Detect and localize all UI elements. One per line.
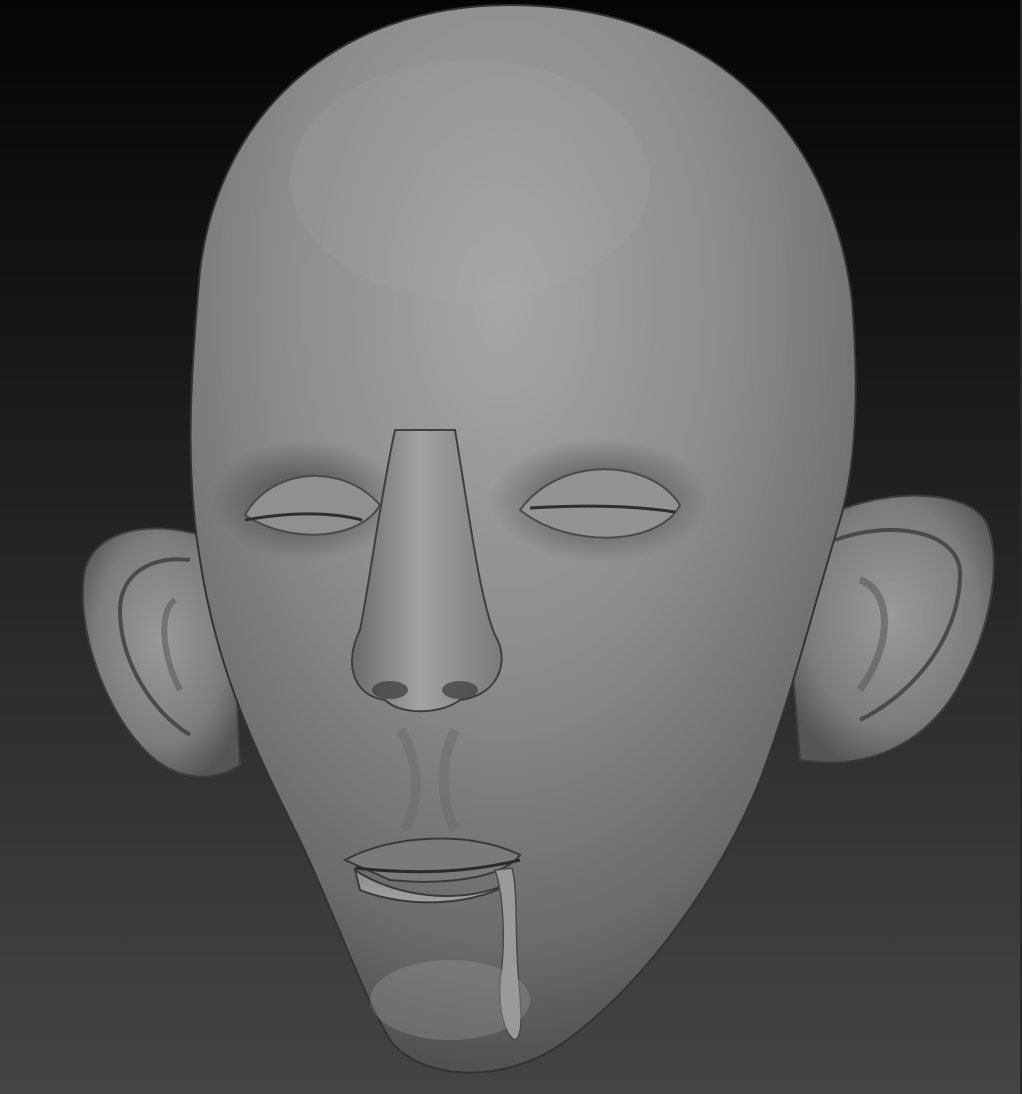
sculpted-head-render [81,3,995,1074]
sculpt-viewport[interactable] [0,0,1022,1094]
